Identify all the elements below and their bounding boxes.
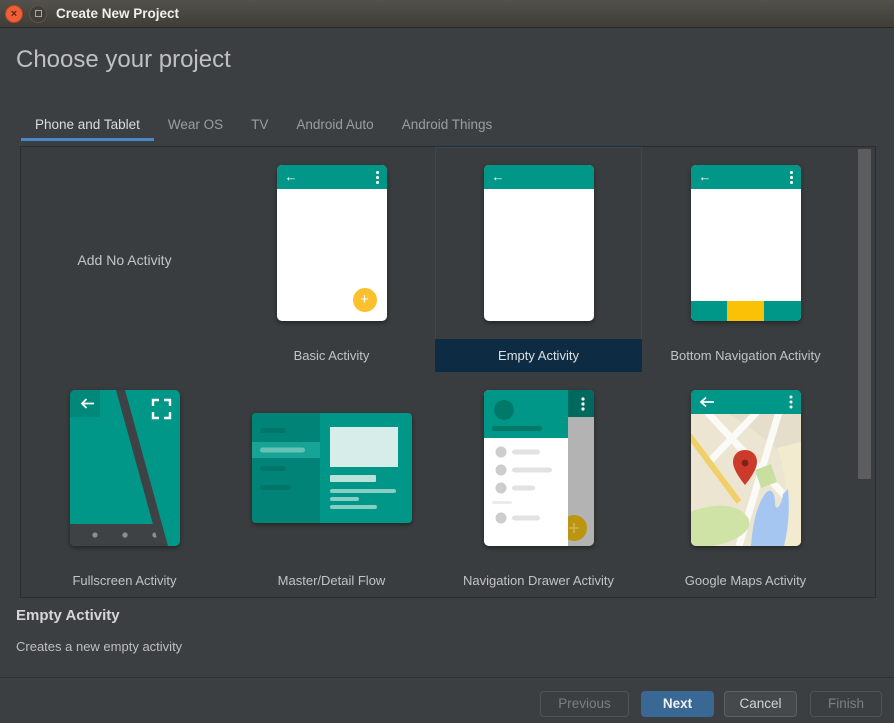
fab-add-icon: +	[353, 288, 377, 312]
template-fullscreen-activity[interactable]: Fullscreen Activity	[21, 372, 228, 597]
template-label: Google Maps Activity	[642, 564, 849, 597]
template-label: Empty Activity	[435, 339, 642, 372]
restore-square	[35, 10, 42, 17]
close-icon[interactable]: ×	[5, 5, 23, 23]
phone-mockup	[70, 390, 180, 546]
phone-mockup: ←	[484, 165, 594, 321]
tab-android-things[interactable]: Android Things	[388, 112, 507, 141]
template-preview	[642, 372, 849, 564]
template-gallery: Add No Activity ← + Basic Activity	[20, 146, 876, 598]
template-preview	[21, 372, 228, 564]
scrollbar-thumb[interactable]	[858, 149, 871, 479]
selected-template-title: Empty Activity	[16, 607, 120, 624]
phone-mockup	[484, 390, 594, 546]
template-preview: ← +	[228, 147, 435, 339]
template-preview: ←	[642, 147, 849, 339]
form-factor-tabs: Phone and Tablet Wear OS TV Android Auto…	[21, 112, 506, 141]
phone-mockup: ← +	[277, 165, 387, 321]
avatar	[494, 400, 514, 420]
template-label: Bottom Navigation Activity	[642, 339, 849, 372]
phone-mockup	[691, 390, 801, 546]
page-title: Choose your project	[16, 46, 231, 74]
tab-android-auto[interactable]: Android Auto	[282, 112, 387, 141]
tab-phone-and-tablet[interactable]: Phone and Tablet	[21, 112, 154, 141]
back-arrow-icon: ←	[699, 169, 712, 184]
template-preview	[228, 372, 435, 564]
template-label: Master/Detail Flow	[228, 564, 435, 597]
footer-separator	[0, 677, 894, 678]
back-arrow-icon: ←	[492, 169, 505, 184]
overflow-menu-icon	[790, 171, 793, 184]
restore-icon[interactable]	[29, 5, 47, 23]
master-detail-art	[252, 413, 412, 523]
app-bar: ←	[484, 165, 594, 189]
tab-tv[interactable]: TV	[237, 112, 282, 141]
template-preview: ←	[435, 147, 642, 339]
cancel-button[interactable]: Cancel	[724, 691, 797, 717]
template-label: Fullscreen Activity	[21, 564, 228, 597]
window-title: Create New Project	[56, 0, 179, 28]
template-master-detail-flow[interactable]: Master/Detail Flow	[228, 372, 435, 597]
window-titlebar: × Create New Project	[0, 0, 894, 28]
map-art	[691, 390, 801, 546]
app-bar: ←	[277, 165, 387, 189]
navigation-drawer-art	[484, 390, 594, 546]
back-arrow-icon: ←	[285, 169, 298, 184]
fullscreen-art	[70, 390, 180, 546]
template-add-no-activity[interactable]: Add No Activity	[21, 147, 228, 372]
previous-button[interactable]: Previous	[540, 691, 629, 717]
template-basic-activity[interactable]: ← + Basic Activity	[228, 147, 435, 372]
template-preview	[435, 372, 642, 564]
create-new-project-dialog: × Create New Project Choose your project…	[0, 0, 894, 723]
phone-mockup: ←	[691, 165, 801, 321]
bottom-nav-bar	[691, 301, 801, 321]
template-label: Add No Activity	[21, 147, 228, 372]
template-navigation-drawer-activity[interactable]: Navigation Drawer Activity	[435, 372, 642, 597]
template-empty-activity[interactable]: ← Empty Activity	[435, 147, 642, 372]
template-bottom-navigation-activity[interactable]: ← Bottom Navigation Activity	[642, 147, 849, 372]
template-google-maps-activity[interactable]: Google Maps Activity	[642, 372, 849, 597]
tab-wear-os[interactable]: Wear OS	[154, 112, 237, 141]
selected-template-description: Creates a new empty activity	[16, 639, 182, 654]
tablet-mockup	[252, 413, 412, 523]
finish-button[interactable]: Finish	[810, 691, 882, 717]
app-bar: ←	[691, 165, 801, 189]
template-label: Navigation Drawer Activity	[435, 564, 642, 597]
template-label: Basic Activity	[228, 339, 435, 372]
overflow-menu-icon	[376, 171, 379, 184]
next-button[interactable]: Next	[641, 691, 714, 717]
